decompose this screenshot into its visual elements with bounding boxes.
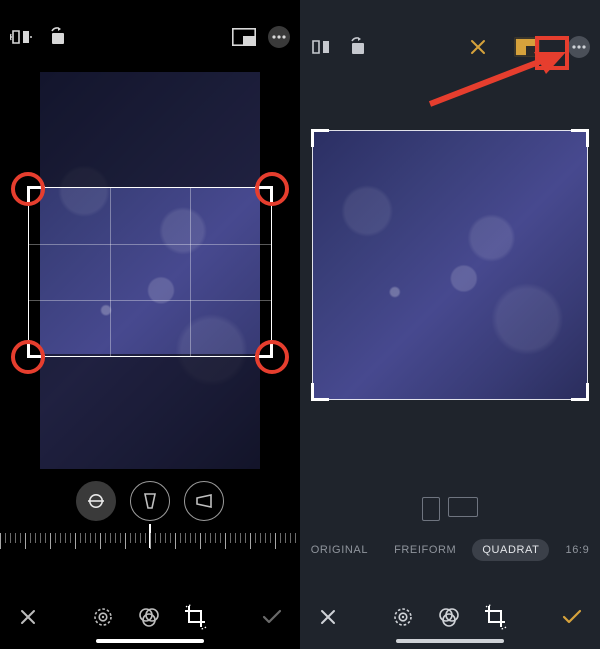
top-toolbar xyxy=(300,10,600,84)
adjust-row xyxy=(76,481,224,521)
horizontal-perspective-button[interactable] xyxy=(184,481,224,521)
crop-handle-tl[interactable] xyxy=(27,186,45,204)
flip-horizontal-icon[interactable] xyxy=(310,37,332,57)
flip-horizontal-icon[interactable] xyxy=(10,27,32,47)
more-icon[interactable] xyxy=(268,26,290,48)
crop-handle-tl[interactable] xyxy=(311,129,329,147)
adjust-tab-icon[interactable] xyxy=(91,605,115,629)
aspect-ratio-icon[interactable] xyxy=(514,37,540,57)
vertical-perspective-button[interactable] xyxy=(130,481,170,521)
crop-handle-tr[interactable] xyxy=(571,129,589,147)
home-indicator xyxy=(96,639,204,643)
crop-handle-br[interactable] xyxy=(571,383,589,401)
canvas[interactable] xyxy=(0,72,300,469)
home-indicator xyxy=(396,639,504,643)
more-icon[interactable] xyxy=(568,36,590,58)
ratio-option[interactable]: ORIGINAL xyxy=(301,539,378,561)
rotate-icon[interactable] xyxy=(346,37,368,57)
orientation-toggle xyxy=(422,497,478,521)
rotate-icon[interactable] xyxy=(46,27,68,47)
aspect-ratio-list[interactable]: ORIGINAL FREIFORM QUADRAT 16:9 xyxy=(300,539,600,561)
canvas[interactable] xyxy=(300,100,600,479)
editor-pane-right: ORIGINAL FREIFORM QUADRAT 16:9 xyxy=(300,0,600,649)
cancel-button[interactable] xyxy=(319,608,337,626)
top-toolbar xyxy=(0,0,300,74)
crop-frame[interactable] xyxy=(312,130,588,400)
crop-handle-br[interactable] xyxy=(255,340,273,358)
editor-pane-left xyxy=(0,0,300,649)
ratio-option[interactable]: QUADRAT xyxy=(472,539,549,561)
crop-tab-icon[interactable] xyxy=(483,604,509,630)
done-button[interactable] xyxy=(562,609,582,625)
cancel-button[interactable] xyxy=(19,608,37,626)
straighten-button[interactable] xyxy=(76,481,116,521)
crop-handle-bl[interactable] xyxy=(311,383,329,401)
ratio-option[interactable]: FREIFORM xyxy=(384,539,466,561)
ratio-option[interactable]: 16:9 xyxy=(555,539,599,561)
crop-frame[interactable] xyxy=(28,187,272,357)
crop-tab-icon[interactable] xyxy=(183,604,209,630)
crop-dim-top xyxy=(40,72,260,187)
crop-handle-bl[interactable] xyxy=(27,340,45,358)
orientation-portrait[interactable] xyxy=(422,497,440,521)
angle-ruler[interactable] xyxy=(0,527,300,555)
filters-tab-icon[interactable] xyxy=(437,605,461,629)
filters-tab-icon[interactable] xyxy=(137,605,161,629)
close-aspect-icon[interactable] xyxy=(470,39,486,55)
crop-handle-tr[interactable] xyxy=(255,186,273,204)
crop-dim-bottom xyxy=(40,354,260,469)
orientation-landscape[interactable] xyxy=(448,497,478,517)
adjust-tab-icon[interactable] xyxy=(391,605,415,629)
done-button[interactable] xyxy=(262,609,282,625)
aspect-ratio-icon[interactable] xyxy=(232,28,256,46)
